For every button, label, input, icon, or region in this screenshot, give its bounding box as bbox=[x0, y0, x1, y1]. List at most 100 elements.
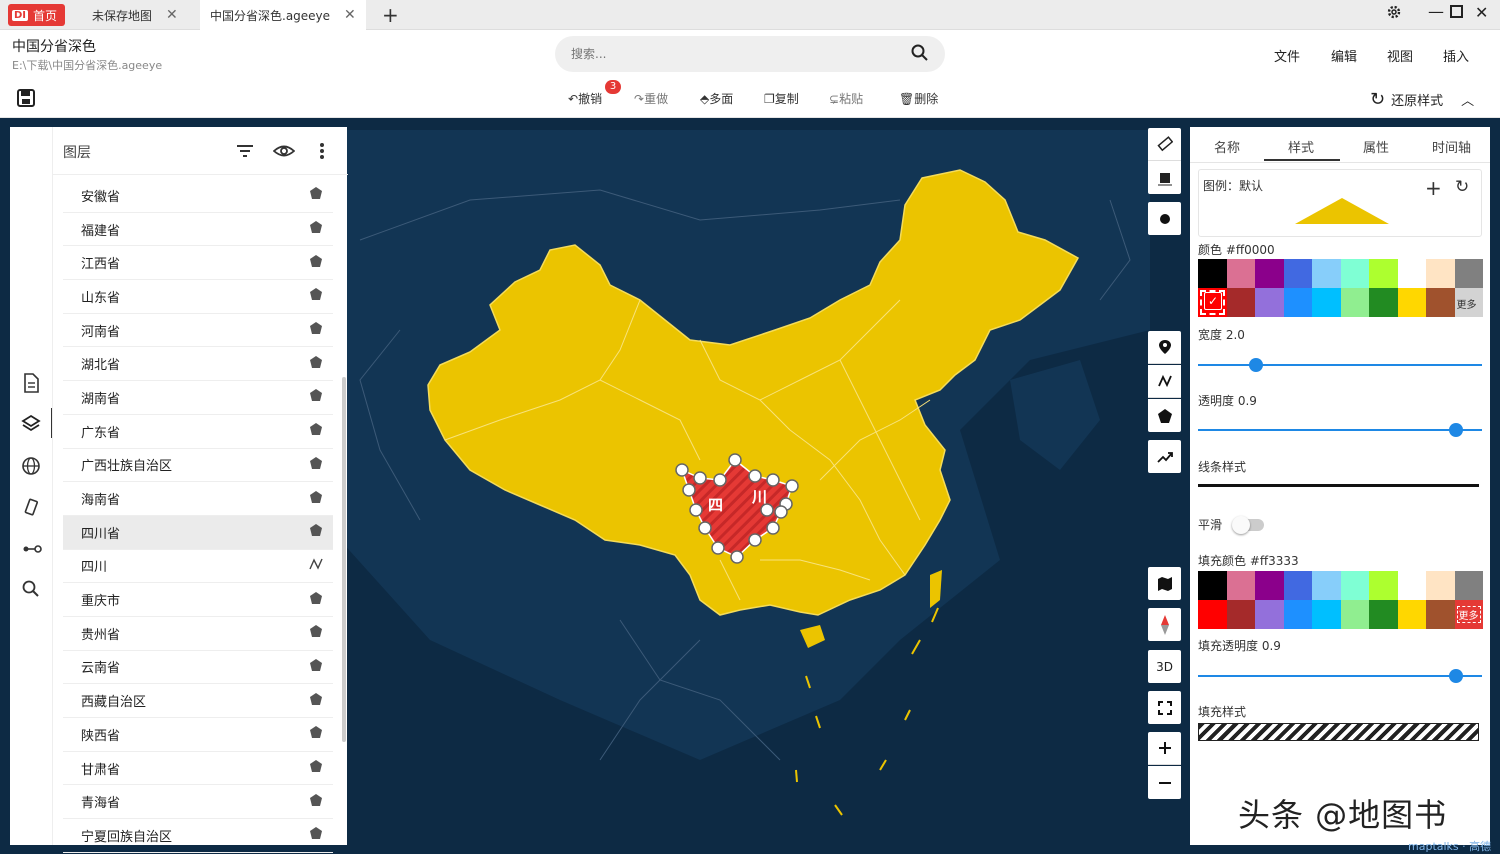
pentagon-icon[interactable] bbox=[309, 220, 323, 238]
3d-toggle-button[interactable]: 3D bbox=[1148, 650, 1181, 683]
tab-attributes[interactable]: 属性 bbox=[1363, 137, 1389, 156]
layer-item[interactable]: 贵州省 bbox=[63, 617, 333, 651]
layer-item[interactable]: 广东省 bbox=[63, 415, 333, 449]
layers-icon[interactable] bbox=[21, 408, 53, 438]
menu-edit[interactable]: 编辑 bbox=[1331, 46, 1357, 65]
color-swatch[interactable] bbox=[1283, 571, 1312, 600]
color-swatch[interactable] bbox=[1454, 571, 1483, 600]
new-tab-button[interactable]: + bbox=[382, 3, 399, 27]
close-icon[interactable]: ✕ bbox=[166, 7, 178, 23]
color-swatch[interactable] bbox=[1198, 288, 1227, 317]
document-icon[interactable] bbox=[21, 373, 41, 397]
color-swatch[interactable] bbox=[1198, 259, 1227, 288]
color-swatch[interactable] bbox=[1312, 571, 1341, 600]
pentagon-icon[interactable] bbox=[309, 759, 323, 777]
search-icon[interactable] bbox=[21, 579, 41, 603]
minimize-icon[interactable]: — bbox=[1428, 2, 1444, 21]
redo-button[interactable]: ↷ 重做 bbox=[634, 90, 668, 107]
marker-icon[interactable] bbox=[1148, 331, 1181, 364]
color-swatch[interactable] bbox=[1369, 288, 1398, 317]
layer-item[interactable]: 云南省 bbox=[63, 651, 333, 685]
trend-line-icon[interactable] bbox=[1148, 440, 1181, 473]
slider-thumb[interactable] bbox=[1449, 423, 1463, 437]
color-swatch[interactable] bbox=[1226, 571, 1255, 600]
pentagon-icon[interactable] bbox=[309, 355, 323, 373]
layer-item[interactable]: 湖南省 bbox=[63, 381, 333, 415]
pentagon-icon[interactable] bbox=[309, 287, 323, 305]
fill-color-palette[interactable]: 更多 bbox=[1198, 571, 1483, 629]
color-swatch[interactable] bbox=[1226, 259, 1255, 288]
color-swatch[interactable] bbox=[1312, 259, 1341, 288]
ruler-icon[interactable] bbox=[1148, 128, 1181, 161]
pentagon-icon[interactable] bbox=[309, 490, 323, 508]
color-swatch[interactable] bbox=[1283, 288, 1312, 317]
layer-item[interactable]: 福建省 bbox=[63, 213, 333, 247]
pentagon-icon[interactable] bbox=[309, 624, 323, 642]
menu-insert[interactable]: 插入 bbox=[1443, 46, 1469, 65]
tab-current-map[interactable]: 中国分省深色.ageeye ✕ bbox=[200, 0, 366, 30]
layer-item[interactable]: 湖北省 bbox=[63, 347, 333, 382]
copy-button[interactable]: ❐ 复制 bbox=[764, 90, 799, 107]
color-swatch[interactable] bbox=[1283, 600, 1312, 629]
layer-scrollbar[interactable] bbox=[342, 377, 346, 742]
pentagon-icon[interactable] bbox=[309, 523, 323, 541]
color-swatch[interactable]: 更多 bbox=[1454, 288, 1483, 317]
undo-button[interactable]: ↶ 撤销 bbox=[568, 90, 602, 107]
color-swatch[interactable] bbox=[1198, 600, 1227, 629]
pentagon-icon[interactable] bbox=[309, 793, 323, 811]
layer-item[interactable]: 广西壮族自治区 bbox=[63, 449, 333, 483]
color-swatch[interactable] bbox=[1369, 600, 1398, 629]
layer-item[interactable]: 江西省 bbox=[63, 246, 333, 281]
layer-item[interactable]: 陕西省 bbox=[63, 718, 333, 752]
paste-button[interactable]: ⊊ 粘贴 bbox=[829, 90, 863, 107]
color-swatch[interactable] bbox=[1426, 600, 1455, 629]
basemap-icon[interactable] bbox=[1148, 567, 1181, 600]
zoom-out-icon[interactable] bbox=[1148, 766, 1181, 799]
maximize-icon[interactable] bbox=[1450, 3, 1463, 22]
line-opacity-slider[interactable] bbox=[1198, 423, 1482, 437]
line-color-palette[interactable]: 更多 bbox=[1198, 259, 1483, 317]
close-icon[interactable]: ✕ bbox=[344, 7, 356, 23]
point-tool-icon[interactable] bbox=[1148, 202, 1181, 235]
filter-icon[interactable] bbox=[235, 141, 255, 165]
delete-button[interactable]: 🗑︎ 删除 bbox=[899, 90, 938, 107]
slider-thumb[interactable] bbox=[1249, 358, 1263, 372]
polyline-icon[interactable] bbox=[1148, 365, 1181, 398]
color-swatch[interactable] bbox=[1397, 288, 1426, 317]
tab-unsaved-map[interactable]: 未保存地图 ✕ bbox=[82, 0, 188, 30]
fill-style-preview[interactable] bbox=[1198, 723, 1479, 741]
search-input[interactable] bbox=[571, 44, 891, 64]
color-swatch[interactable] bbox=[1340, 600, 1369, 629]
compass-icon[interactable] bbox=[1148, 608, 1181, 641]
refresh-icon[interactable]: ↻ bbox=[1455, 177, 1469, 197]
fill-opacity-slider[interactable] bbox=[1198, 669, 1482, 683]
globe-icon[interactable] bbox=[21, 456, 41, 480]
more-vertical-icon[interactable] bbox=[319, 141, 325, 165]
multi-polygon-button[interactable]: ⬘ 多面 bbox=[700, 90, 733, 107]
color-swatch[interactable] bbox=[1340, 571, 1369, 600]
pentagon-icon[interactable] bbox=[309, 321, 323, 339]
color-swatch[interactable] bbox=[1255, 288, 1284, 317]
layer-item[interactable]: 安徽省 bbox=[63, 179, 333, 213]
polyline-icon[interactable] bbox=[309, 557, 323, 575]
restore-style-button[interactable]: ↻ 还原样式 ︿ bbox=[1370, 89, 1474, 110]
color-swatch[interactable] bbox=[1454, 259, 1483, 288]
layer-item[interactable]: 海南省 bbox=[63, 482, 333, 516]
pentagon-icon[interactable] bbox=[309, 591, 323, 609]
polygon-icon[interactable] bbox=[1148, 399, 1181, 432]
layer-item[interactable]: 西藏自治区 bbox=[63, 684, 333, 718]
line-style-preview[interactable] bbox=[1198, 484, 1479, 487]
color-swatch[interactable] bbox=[1369, 259, 1398, 288]
area-measure-icon[interactable] bbox=[1148, 161, 1181, 194]
gear-icon[interactable] bbox=[1386, 4, 1402, 24]
close-window-icon[interactable]: ✕ bbox=[1475, 3, 1488, 22]
pentagon-icon[interactable] bbox=[309, 725, 323, 743]
tab-style[interactable]: 样式 bbox=[1288, 137, 1314, 156]
search-icon[interactable] bbox=[911, 44, 929, 66]
pentagon-icon[interactable] bbox=[309, 692, 323, 710]
color-swatch[interactable] bbox=[1397, 259, 1426, 288]
chevron-up-icon[interactable]: ︿ bbox=[1461, 90, 1474, 109]
layer-item[interactable]: 甘肃省 bbox=[63, 752, 333, 786]
tab-name[interactable]: 名称 bbox=[1214, 137, 1240, 156]
layer-item[interactable]: 青海省 bbox=[63, 785, 333, 820]
